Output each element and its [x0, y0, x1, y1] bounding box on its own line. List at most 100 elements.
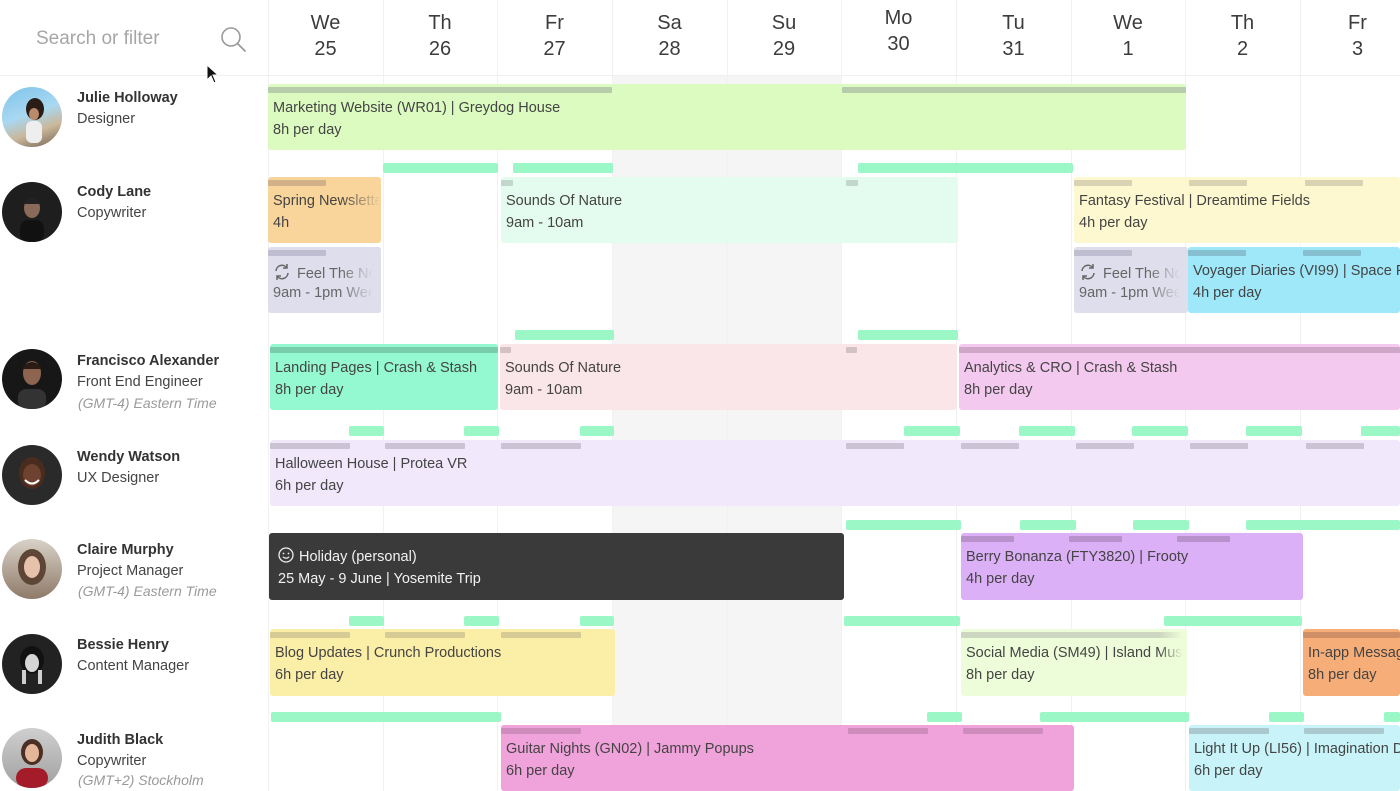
day-name: Fr — [1348, 12, 1367, 34]
booking-feel-the-noise[interactable]: Feel The Noise 9am - 1pm Weekly — [1074, 247, 1188, 313]
booking-hours-bar — [961, 536, 1014, 542]
booking-berry-bonanza[interactable]: Berry Bonanza (FTY3820) | Frooty 4h per … — [961, 533, 1303, 600]
booking-title: Guitar Nights (GN02) | Jammy Popups — [506, 741, 754, 757]
day-header[interactable]: Th 26 — [383, 0, 497, 75]
booking-hours-bar — [1177, 536, 1230, 542]
booking-hours-bar — [1074, 250, 1132, 256]
booking-hours: 8h per day — [1308, 667, 1377, 683]
booking-hours-bar — [963, 728, 1043, 734]
booking-title: Holiday (personal) — [278, 547, 417, 565]
booking-blog-updates[interactable]: Blog Updates | Crunch Productions 6h per… — [270, 629, 615, 696]
booking-landing-pages[interactable]: Landing Pages | Crash & Stash 8h per day — [270, 344, 498, 410]
booking-sounds-of-nature[interactable]: Sounds Of Nature 9am - 10am — [500, 344, 957, 410]
booking-in-app-messaging[interactable]: In-app Messaging 8h per day — [1303, 629, 1400, 696]
availability-bar — [858, 330, 958, 340]
day-header-current[interactable]: Mo 30 — [841, 0, 956, 75]
day-header[interactable]: We 25 — [268, 0, 383, 75]
availability-bar — [1187, 616, 1302, 626]
booking-title: Blog Updates | Crunch Productions — [275, 645, 502, 661]
booking-hours: 4h per day — [1079, 215, 1148, 231]
person-row[interactable]: Wendy Watson UX Designer — [0, 440, 268, 516]
booking-hours: 4h per day — [1193, 285, 1262, 301]
booking-hours-bar — [959, 347, 1400, 353]
day-header[interactable]: Sa 28 — [612, 0, 727, 75]
booking-hours: 8h per day — [964, 382, 1033, 398]
person-row[interactable]: Bessie Henry Content Manager — [0, 628, 268, 704]
availability-bar — [383, 163, 498, 173]
person-row[interactable]: Francisco Alexander Front End Engineer (… — [0, 344, 268, 424]
person-row[interactable]: Julie Holloway Designer — [0, 80, 268, 156]
booking-hours-bar — [270, 443, 350, 449]
day-header[interactable]: Fr 27 — [497, 0, 612, 75]
booking-hours-bar — [500, 347, 511, 353]
recurring-icon — [1081, 264, 1095, 280]
day-name: Th — [428, 12, 452, 34]
booking-hours-bar — [501, 180, 513, 186]
day-header[interactable]: Th 2 — [1185, 0, 1300, 75]
day-name: Th — [1230, 12, 1255, 34]
day-number: 26 — [428, 38, 452, 60]
booking-hours-bar — [846, 347, 857, 353]
booking-hours: 9am - 10am — [505, 382, 583, 398]
smile-icon — [278, 547, 294, 563]
booking-feel-the-noise[interactable]: Feel The Noise 9am - 1pm Weekly — [268, 247, 381, 313]
booking-hours-bar — [385, 632, 465, 638]
booking-sounds-of-nature[interactable]: Sounds Of Nature 9am - 10am — [501, 177, 958, 243]
search-icon[interactable] — [219, 25, 247, 53]
availability-bar — [580, 616, 614, 626]
booking-marketing-website[interactable]: Marketing Website (WR01) | Greydog House… — [268, 84, 1186, 150]
day-header[interactable]: Fr 3 — [1300, 0, 1400, 75]
booking-hours-bar — [1189, 728, 1269, 734]
booking-fantasy-festival[interactable]: Fantasy Festival | Dreamtime Fields 4h p… — [1074, 177, 1400, 243]
booking-dates: 25 May - 9 June | Yosemite Trip — [278, 571, 481, 587]
booking-hours-bar — [268, 250, 326, 256]
booking-hours-bar — [1305, 180, 1363, 186]
booking-title: Analytics & CRO | Crash & Stash — [964, 360, 1178, 376]
booking-analytics-cro[interactable]: Analytics & CRO | Crash & Stash 8h per d… — [959, 344, 1400, 410]
person-row[interactable]: Judith Black Copywriter (GMT+2) Stockhol… — [0, 723, 268, 791]
booking-hours-bar — [1074, 180, 1132, 186]
search-bar — [0, 0, 268, 75]
booking-hours: 4h — [273, 215, 290, 231]
person-timezone: (GMT+2) Stockholm — [78, 772, 204, 788]
booking-halloween-house[interactable]: Halloween House | Protea VR 6h per day — [270, 440, 1400, 506]
booking-light-it-up[interactable]: Light It Up (LI56) | Imagination Designs… — [1189, 725, 1400, 791]
booking-title: Voyager Diaries (VI99) | Space Pirates — [1193, 263, 1400, 279]
booking-hours-bar — [961, 443, 1019, 449]
availability-bar — [349, 616, 384, 626]
booking-spring-newsletter[interactable]: Spring Newsletter 4h — [268, 177, 381, 243]
person-row[interactable]: Claire Murphy Project Manager (GMT-4) Ea… — [0, 533, 268, 613]
availability-bar — [1246, 426, 1302, 436]
recurring-icon — [275, 264, 289, 280]
booking-title: Sounds Of Nature — [506, 193, 623, 209]
avatar — [2, 87, 62, 147]
avatar — [2, 445, 62, 505]
search-input[interactable] — [36, 22, 206, 56]
booking-title: In-app Messaging — [1308, 645, 1400, 661]
day-number: 31 — [1002, 38, 1025, 60]
day-header[interactable]: Tu 31 — [956, 0, 1071, 75]
day-number: 29 — [772, 38, 796, 60]
person-name: Claire Murphy — [77, 542, 174, 558]
booking-hours: 6h per day — [1194, 763, 1263, 779]
day-header[interactable]: Su 29 — [727, 0, 841, 75]
booking-hours: 4h per day — [966, 571, 1035, 587]
booking-title: Marketing Website (WR01) | Greydog House — [273, 100, 561, 116]
availability-bar — [1384, 712, 1400, 722]
person-role: Front End Engineer — [77, 374, 203, 390]
day-name: Su — [771, 12, 797, 34]
booking-hours-bar — [848, 728, 928, 734]
availability-bar — [1020, 520, 1076, 530]
day-header[interactable]: We 1 — [1071, 0, 1185, 75]
avatar — [2, 349, 62, 409]
booking-title: Social Media (SM49) | Island Music — [966, 645, 1187, 661]
booking-guitar-nights[interactable]: Guitar Nights (GN02) | Jammy Popups 6h p… — [501, 725, 1074, 791]
booking-voyager-diaries[interactable]: Voyager Diaries (VI99) | Space Pirates 4… — [1188, 247, 1400, 313]
booking-social-media[interactable]: Social Media (SM49) | Island Music 8h pe… — [961, 629, 1187, 696]
booking-hours-bar — [1190, 443, 1248, 449]
avatar — [2, 539, 62, 599]
booking-holiday[interactable]: Holiday (personal) 25 May - 9 June | Yos… — [269, 533, 844, 600]
booking-hours-bar — [842, 87, 1186, 93]
person-row[interactable]: Cody Lane Copywriter — [0, 175, 268, 325]
booking-hours-bar — [1303, 250, 1361, 256]
